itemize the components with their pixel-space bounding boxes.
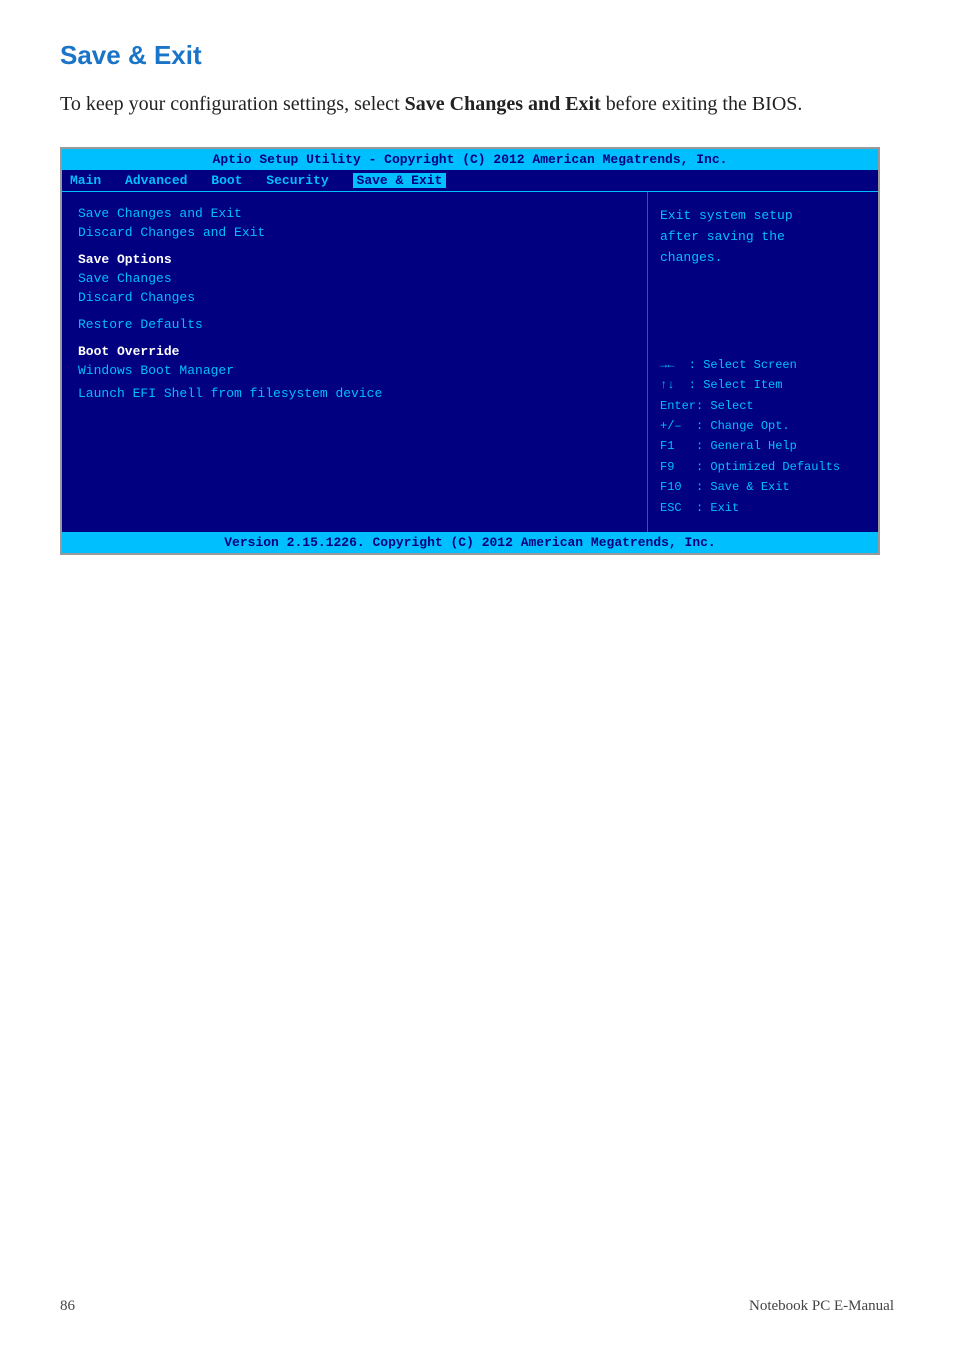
help-line-2: after saving the [660, 227, 866, 248]
menu-windows-boot-manager[interactable]: Windows Boot Manager [78, 363, 631, 378]
intro-bold: Save Changes and Exit [405, 93, 601, 115]
bios-nav: Main Advanced Boot Security Save & Exit [62, 170, 878, 192]
intro-paragraph: To keep your configuration settings, sel… [60, 89, 894, 119]
help-line-3: changes. [660, 248, 866, 269]
nav-main[interactable]: Main [70, 173, 101, 188]
section-boot-override: Boot Override [78, 344, 631, 359]
bios-left-panel: Save Changes and Exit Discard Changes an… [62, 192, 648, 532]
nav-security[interactable]: Security [266, 173, 328, 188]
menu-discard-changes[interactable]: Discard Changes [78, 290, 631, 305]
bios-key-hints: →← : Select Screen ↑↓ : Select Item Ente… [660, 355, 866, 518]
menu-discard-changes-and-exit[interactable]: Discard Changes and Exit [78, 225, 631, 240]
intro-text-before: To keep your configuration settings, sel… [60, 93, 405, 115]
page-title: Save & Exit [60, 40, 894, 71]
menu-save-changes[interactable]: Save Changes [78, 271, 631, 286]
bios-screenshot: Aptio Setup Utility - Copyright (C) 2012… [60, 147, 880, 555]
bios-right-panel: Exit system setup after saving the chang… [648, 192, 878, 532]
key-select-screen: →← : Select Screen [660, 355, 866, 375]
bios-footer: Version 2.15.1226. Copyright (C) 2012 Am… [62, 532, 878, 553]
bios-header: Aptio Setup Utility - Copyright (C) 2012… [62, 149, 878, 170]
nav-boot[interactable]: Boot [211, 173, 242, 188]
manual-title: Notebook PC E-Manual [749, 1298, 894, 1315]
bios-body: Save Changes and Exit Discard Changes an… [62, 192, 878, 532]
intro-text-after: before exiting the BIOS. [601, 93, 803, 115]
nav-save-exit[interactable]: Save & Exit [353, 173, 447, 188]
help-line-1: Exit system setup [660, 206, 866, 227]
page-footer: 86 Notebook PC E-Manual [60, 1258, 894, 1315]
key-f1: F1 : General Help [660, 436, 866, 456]
bios-help-text: Exit system setup after saving the chang… [660, 206, 866, 268]
menu-launch-efi-shell[interactable]: Launch EFI Shell from filesystem device [78, 386, 631, 401]
key-esc: ESC : Exit [660, 498, 866, 518]
menu-restore-defaults[interactable]: Restore Defaults [78, 317, 631, 332]
section-save-options: Save Options [78, 252, 631, 267]
menu-save-changes-and-exit[interactable]: Save Changes and Exit [78, 206, 631, 221]
key-enter: Enter: Select [660, 396, 866, 416]
key-change-opt: +/– : Change Opt. [660, 416, 866, 436]
key-select-item: ↑↓ : Select Item [660, 375, 866, 395]
nav-advanced[interactable]: Advanced [125, 173, 187, 188]
key-f10: F10 : Save & Exit [660, 477, 866, 497]
page-number: 86 [60, 1298, 75, 1315]
key-f9: F9 : Optimized Defaults [660, 457, 866, 477]
